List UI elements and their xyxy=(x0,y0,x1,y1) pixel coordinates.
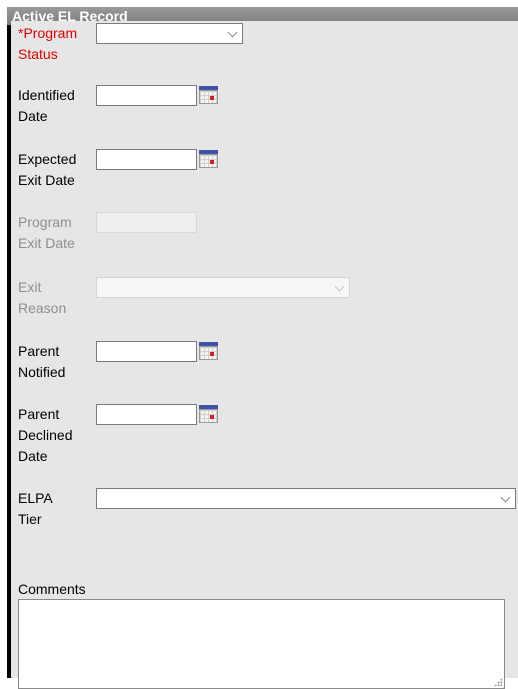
exit-reason-label: Exit Reason xyxy=(18,277,96,319)
parent-declined-date-label-line1: Parent xyxy=(18,406,60,422)
parent-notified-label-line2: Notified xyxy=(18,364,66,380)
expected-exit-date-label-line2: Exit Date xyxy=(18,172,75,188)
program-status-label-line1: *Program xyxy=(18,25,78,41)
form-body: *Program Status Identified Date Expected… xyxy=(11,21,518,689)
calendar-icon[interactable] xyxy=(197,341,219,362)
parent-declined-date-label: Parent Declined Date xyxy=(18,404,96,467)
comments-textarea[interactable] xyxy=(18,599,505,689)
program-exit-date-label-line1: Program xyxy=(18,214,72,230)
program-exit-date-label: Program Exit Date xyxy=(18,212,96,254)
parent-notified-input[interactable] xyxy=(96,341,197,362)
elpa-tier-select[interactable] xyxy=(96,488,516,509)
identified-date-label-line1: Identified xyxy=(18,87,75,103)
program-status-label-line2: Status xyxy=(18,46,58,62)
parent-declined-date-label-line2: Declined xyxy=(18,427,73,443)
program-status-select[interactable] xyxy=(96,23,243,44)
exit-reason-select xyxy=(96,277,350,298)
identified-date-input[interactable] xyxy=(96,85,197,106)
program-exit-date-input xyxy=(96,212,197,233)
elpa-tier-label: ELPA Tier xyxy=(18,488,96,530)
comments-label: Comments xyxy=(18,581,86,597)
parent-declined-date-label-line3: Date xyxy=(18,448,48,464)
calendar-icon[interactable] xyxy=(197,149,219,170)
exit-reason-label-line1: Exit xyxy=(18,279,42,295)
calendar-icon[interactable] xyxy=(197,85,219,106)
chevron-down-icon xyxy=(500,492,511,503)
identified-date-label-line2: Date xyxy=(18,108,48,124)
expected-exit-date-input[interactable] xyxy=(96,149,197,170)
program-status-label: *Program Status xyxy=(18,23,96,65)
calendar-icon[interactable] xyxy=(197,404,219,425)
expected-exit-date-label: Expected Exit Date xyxy=(18,149,96,191)
active-el-record-panel: Active EL Record *Program Status Identif… xyxy=(7,7,518,689)
program-exit-date-label-line2: Exit Date xyxy=(18,235,75,251)
resize-grip-icon[interactable] xyxy=(494,678,502,686)
parent-notified-label: Parent Notified xyxy=(18,341,96,383)
parent-declined-date-input[interactable] xyxy=(96,404,197,425)
chevron-down-icon xyxy=(334,281,345,292)
parent-notified-label-line1: Parent xyxy=(18,343,60,359)
exit-reason-label-line2: Reason xyxy=(18,300,67,316)
elpa-tier-label-line2: Tier xyxy=(18,511,42,527)
expected-exit-date-label-line1: Expected xyxy=(18,151,77,167)
chevron-down-icon xyxy=(227,27,238,38)
elpa-tier-label-line1: ELPA xyxy=(18,490,53,506)
identified-date-label: Identified Date xyxy=(18,85,96,127)
